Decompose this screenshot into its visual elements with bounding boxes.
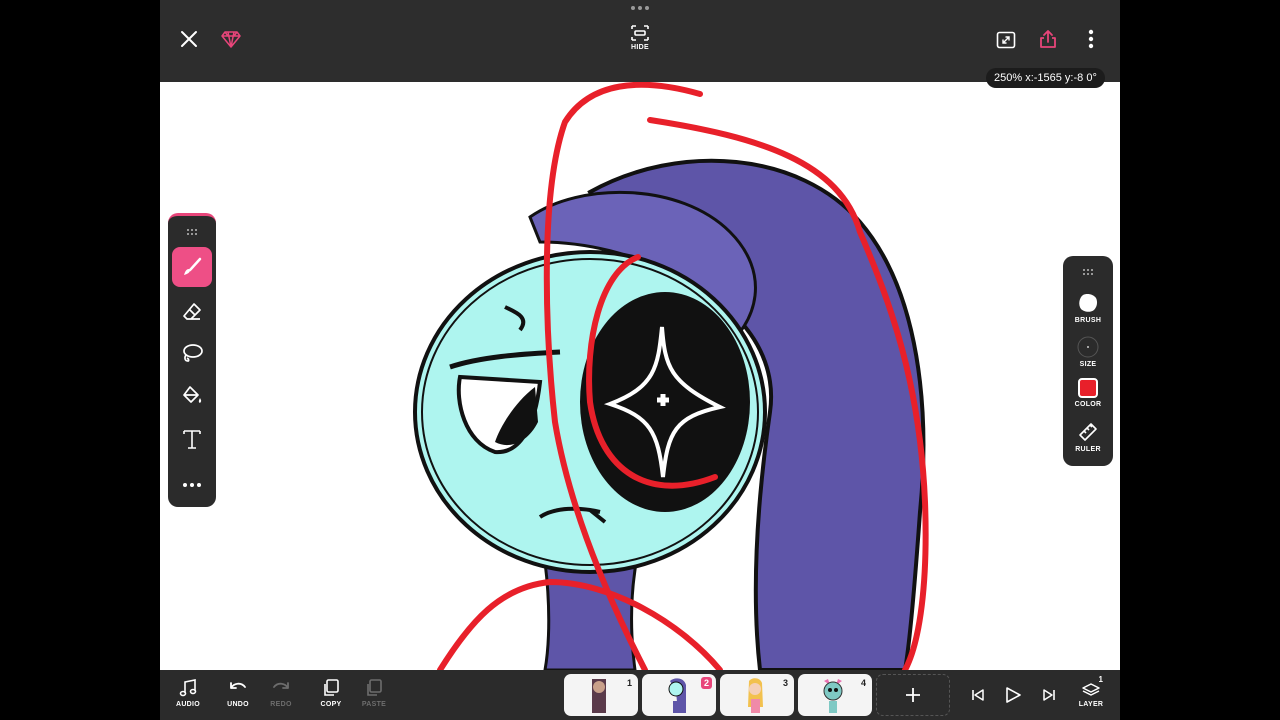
- frame-thumbnail-2[interactable]: 2: [642, 674, 716, 716]
- paste-button[interactable]: PASTE: [354, 678, 394, 708]
- play-icon: [1006, 687, 1021, 703]
- animation-app: HIDE 250% x:-1565 y:-8 0° BRUSH SIZE COL…: [160, 0, 1120, 720]
- close-button[interactable]: [176, 26, 202, 52]
- diamond-icon: [221, 31, 241, 48]
- frame-thumbnail-3[interactable]: 3: [720, 674, 794, 716]
- hide-ui-button[interactable]: HIDE: [624, 24, 656, 58]
- close-icon: [181, 31, 197, 47]
- brush-type-button[interactable]: BRUSH: [1063, 292, 1113, 324]
- character-drawing: [413, 82, 929, 670]
- size-label: SIZE: [1079, 361, 1097, 368]
- skip-back-icon: [972, 689, 984, 701]
- plus-icon: [906, 688, 920, 702]
- layer-label: LAYER: [1078, 701, 1104, 708]
- redo-icon: [273, 682, 289, 689]
- brush-shape-icon: [1079, 294, 1098, 312]
- drawing-canvas[interactable]: [160, 82, 1120, 670]
- paint-bucket-icon: [183, 386, 202, 403]
- undo-label: UNDO: [227, 701, 249, 708]
- frame-1-preview: [592, 679, 606, 713]
- grip-icon[interactable]: [1082, 268, 1094, 276]
- lasso-tool[interactable]: [172, 333, 212, 373]
- more-tools-button[interactable]: [172, 465, 212, 505]
- frame-2-preview: [668, 678, 686, 713]
- size-button[interactable]: SIZE: [1063, 336, 1113, 368]
- paste-label: PASTE: [361, 701, 387, 708]
- premium-button[interactable]: [218, 26, 244, 52]
- zoom-readout: 250% x:-1565 y:-8 0°: [986, 68, 1105, 88]
- eraser-icon: [183, 303, 201, 320]
- vertical-dots-icon: [1088, 29, 1094, 49]
- window-grabber[interactable]: [630, 6, 650, 12]
- undo-button[interactable]: UNDO: [218, 678, 258, 708]
- play-button[interactable]: [1002, 682, 1024, 708]
- brush-settings-panel: BRUSH SIZE COLOR RULER: [1063, 256, 1113, 466]
- ruler-icon: [1079, 423, 1097, 441]
- layer-count: 1: [1098, 675, 1103, 684]
- music-note-icon: [179, 679, 197, 697]
- text-tool[interactable]: [172, 419, 212, 459]
- last-frame-button[interactable]: [1039, 684, 1059, 706]
- redo-label: REDO: [270, 701, 292, 708]
- skip-forward-icon: [1043, 689, 1055, 701]
- undo-icon: [230, 682, 246, 689]
- audio-label: AUDIO: [175, 701, 201, 708]
- copy-icon: [324, 679, 339, 696]
- brush-tool[interactable]: [172, 247, 212, 287]
- grip-icon[interactable]: [186, 228, 198, 236]
- frame-number: 4: [860, 678, 866, 688]
- more-menu-button[interactable]: [1080, 26, 1102, 52]
- size-icon: [1077, 336, 1099, 358]
- text-icon: [183, 430, 201, 449]
- paste-icon: [367, 679, 382, 696]
- brush-icon: [184, 257, 202, 275]
- color-label: COLOR: [1074, 401, 1102, 408]
- horizontal-dots-icon: [183, 483, 201, 487]
- frame-number: 2: [700, 677, 712, 689]
- redo-button[interactable]: REDO: [261, 678, 301, 708]
- copy-label: COPY: [320, 701, 342, 708]
- hide-ui-icon: [631, 25, 649, 41]
- frame-4-preview: [823, 679, 843, 713]
- bottom-bar: AUDIO UNDO REDO COPY PASTE 1 2 3 4 1 LAY…: [160, 670, 1120, 720]
- brush-label: BRUSH: [1074, 317, 1102, 324]
- fill-tool[interactable]: [172, 376, 212, 416]
- hide-label: HIDE: [631, 44, 649, 51]
- share-icon: [1040, 30, 1056, 48]
- frame-number: 3: [782, 678, 788, 688]
- frame-thumbnail-1[interactable]: 1: [564, 674, 638, 716]
- first-frame-button[interactable]: [968, 684, 988, 706]
- lasso-icon: [183, 344, 203, 362]
- resize-icon: [996, 31, 1016, 49]
- ruler-label: RULER: [1075, 446, 1101, 453]
- fit-screen-button[interactable]: [994, 28, 1018, 52]
- frame-thumbnail-4[interactable]: 4: [798, 674, 872, 716]
- layer-icon-wrap: 1: [1081, 675, 1103, 698]
- audio-button[interactable]: AUDIO: [168, 678, 208, 708]
- top-bar: HIDE: [160, 0, 1120, 82]
- layer-button[interactable]: 1 LAYER: [1071, 675, 1111, 708]
- copy-button[interactable]: COPY: [311, 678, 351, 708]
- left-toolbar: [168, 213, 216, 507]
- ruler-button[interactable]: RULER: [1063, 421, 1113, 453]
- frame-3-preview: [748, 678, 763, 713]
- current-color-swatch: [1078, 378, 1098, 398]
- eraser-tool[interactable]: [172, 292, 212, 332]
- frame-number: 1: [626, 678, 632, 688]
- share-button[interactable]: [1036, 26, 1060, 52]
- add-frame-button[interactable]: [876, 674, 950, 716]
- color-button[interactable]: COLOR: [1063, 378, 1113, 408]
